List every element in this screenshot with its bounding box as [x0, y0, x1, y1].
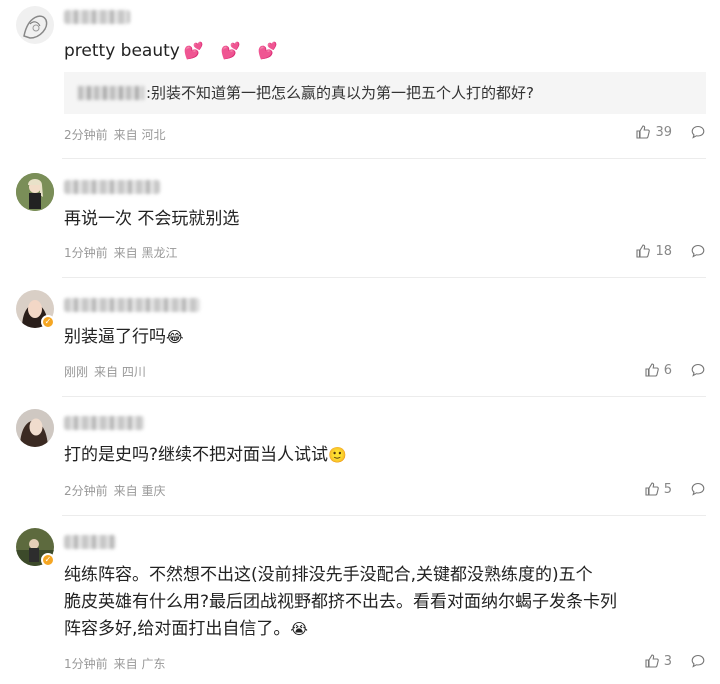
thumbs-up-icon[interactable] [635, 243, 651, 259]
like-count: 39 [655, 124, 672, 140]
comment-icon[interactable] [690, 124, 706, 140]
comment-text: 再说一次 不会玩就别选 [64, 209, 240, 229]
comment-body: pretty beauty [64, 41, 180, 61]
comment-line: 脆皮英雄有什么用?最后团战视野都挤不出去。看看对面纳尔蝎子发条卡列 [64, 592, 618, 612]
comment-actions: 6 [644, 362, 706, 378]
hearts-emoji: 💕 💕 💕 [183, 41, 284, 60]
thumbs-up-icon[interactable] [644, 653, 660, 669]
portrait-icon [16, 409, 54, 447]
comment-actions: 18 [635, 243, 706, 259]
comment-meta: 2分钟前 来自 重庆 [64, 482, 171, 499]
avatar[interactable] [16, 6, 54, 44]
avatar[interactable] [16, 409, 54, 447]
comment-text: 打的是史吗?继续不把对面当人试试🙂 [64, 442, 700, 469]
comment-meta: 1分钟前 来自 广东 [64, 655, 171, 672]
thumbs-up-icon[interactable] [644, 362, 660, 378]
comment-line: 阵容多好,给对面打出自信了。😭 [64, 616, 700, 643]
divider [62, 158, 706, 159]
like-count: 5 [663, 481, 672, 497]
comment-body: 打的是史吗?继续不把对面当人试试 [64, 445, 329, 465]
comment-line: 纯练阵容。不然想不出这(没前排没先手没配合,关键都没熟练度的)五个 [64, 565, 593, 585]
location: 来自 广东 [113, 657, 166, 671]
reply-text: :别装不知道第一把怎么赢的真以为第一把五个人打的都好? [146, 84, 535, 102]
timestamp: 刚刚 [64, 365, 89, 379]
username-blurred[interactable] [64, 180, 160, 194]
laughing-emoji-icon: 😂 [166, 328, 184, 346]
like-count: 3 [663, 653, 672, 669]
quoted-reply[interactable]: :别装不知道第一把怎么赢的真以为第一把五个人打的都好? [64, 72, 706, 114]
thumbs-up-icon[interactable] [644, 481, 660, 497]
like-count: 6 [663, 362, 672, 378]
username-blurred[interactable] [64, 535, 116, 549]
comment-icon[interactable] [690, 481, 706, 497]
comment-meta: 2分钟前 来自 河北 [64, 126, 171, 143]
location: 来自 重庆 [113, 484, 166, 498]
comment-actions: 39 [635, 124, 706, 140]
comment-actions: 3 [644, 653, 706, 669]
timestamp: 2分钟前 [64, 484, 108, 498]
location: 来自 河北 [113, 128, 166, 142]
username-blurred[interactable] [64, 10, 130, 24]
verified-badge-icon: ✓ [41, 315, 55, 329]
comment-text: 纯练阵容。不然想不出这(没前排没先手没配合,关键都没熟练度的)五个 脆皮英雄有什… [64, 562, 700, 643]
avatar[interactable]: ✓ [16, 528, 55, 567]
timestamp: 1分钟前 [64, 246, 108, 260]
location: 来自 黑龙江 [113, 246, 178, 260]
portrait-icon [16, 173, 54, 211]
avatar[interactable] [16, 173, 54, 211]
divider [62, 277, 706, 278]
comment-body: 阵容多好,给对面打出自信了。 [64, 619, 291, 639]
comment-icon[interactable] [690, 243, 706, 259]
comment-meta: 刚刚 来自 四川 [64, 363, 152, 380]
comment-text: pretty beauty 💕 💕 💕 [64, 37, 700, 65]
comment-text: 别装逼了行吗😂 [64, 324, 700, 351]
avatar[interactable]: ✓ [16, 290, 55, 329]
comment-icon[interactable] [690, 362, 706, 378]
sketch-avatar-icon [23, 15, 48, 39]
timestamp: 1分钟前 [64, 657, 108, 671]
thumbs-up-icon[interactable] [635, 124, 651, 140]
comment-icon[interactable] [690, 653, 706, 669]
username-blurred[interactable] [64, 416, 144, 430]
smile-emoji-icon: 🙂 [328, 446, 347, 464]
verified-badge-icon: ✓ [41, 553, 55, 567]
crying-emoji-icon: 😭 [290, 620, 308, 638]
divider [62, 396, 706, 397]
comment-meta: 1分钟前 来自 黑龙江 [64, 244, 183, 261]
comment-body: 别装逼了行吗 [64, 327, 166, 347]
like-count: 18 [655, 243, 672, 259]
reply-username-blurred [78, 86, 144, 100]
timestamp: 2分钟前 [64, 128, 108, 142]
divider [62, 515, 706, 516]
comment-actions: 5 [644, 481, 706, 497]
location: 来自 四川 [94, 365, 146, 379]
username-blurred[interactable] [64, 298, 200, 312]
